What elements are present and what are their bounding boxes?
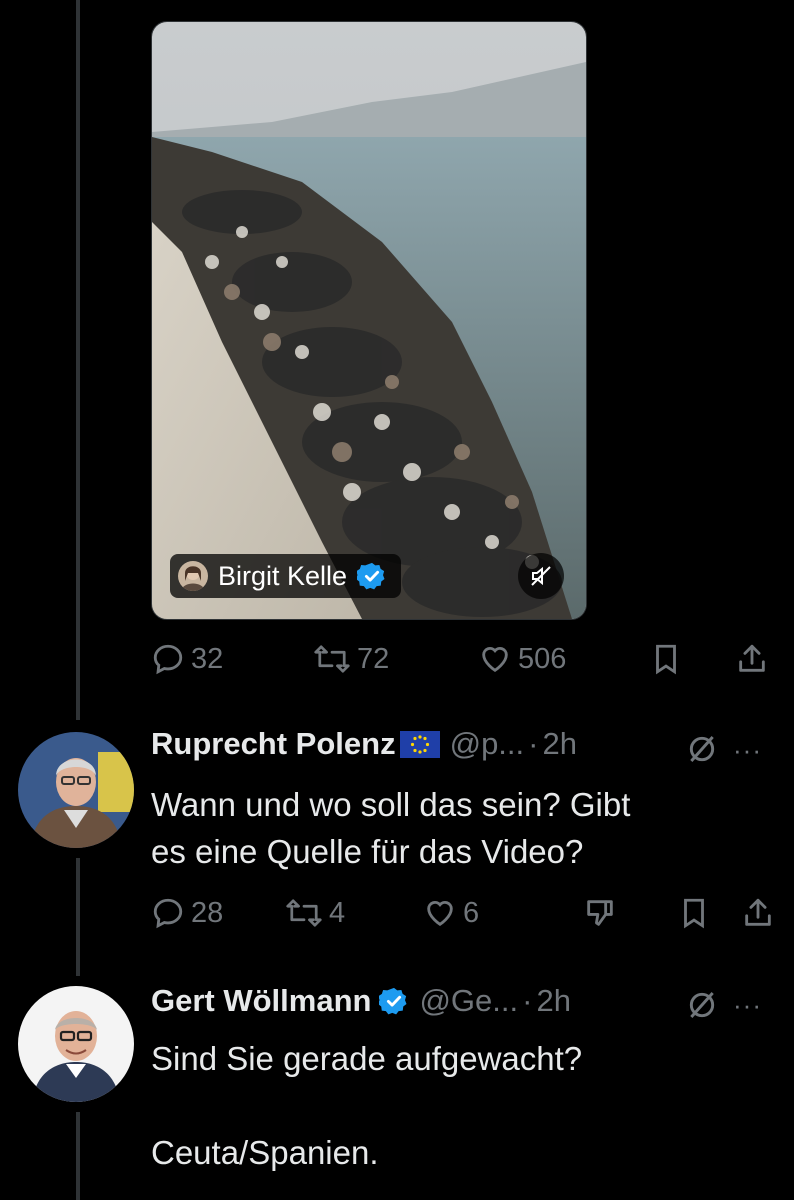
bookmark-icon (649, 642, 683, 676)
share-button[interactable] (741, 896, 775, 930)
eu-flag-icon (399, 730, 440, 758)
reply-button[interactable]: 32 (151, 642, 223, 676)
bookmark-icon (677, 896, 711, 930)
share-icon (735, 642, 769, 676)
like-icon (478, 642, 512, 676)
reply-author-name[interactable]: Gert Wöllmann (151, 983, 371, 1019)
reply-text: Sind Sie gerade aufgewacht? Ceuta/Spanie… (151, 1040, 583, 1171)
mute-icon (529, 564, 553, 588)
verified-badge-icon (357, 561, 387, 591)
thread-line-bottom (76, 1112, 80, 1200)
repost-icon (285, 896, 323, 930)
dislike-icon (583, 896, 617, 930)
thread-line-middle (76, 858, 80, 976)
like-count: 6 (463, 896, 480, 929)
thread-line-top (76, 0, 80, 720)
like-button[interactable]: 6 (423, 896, 479, 930)
reply-icon (151, 896, 185, 930)
repost-button[interactable]: 72 (313, 642, 389, 676)
author-avatar (178, 561, 208, 591)
like-count: 506 (518, 642, 567, 675)
reply-avatar-woellmann[interactable] (18, 986, 134, 1102)
reply-button[interactable]: 28 (151, 896, 223, 930)
reply-count: 28 (191, 896, 224, 929)
share-icon (741, 896, 775, 930)
more-icon[interactable]: ··· (733, 735, 762, 766)
repost-count: 72 (357, 642, 390, 675)
mute-button[interactable] (518, 553, 564, 599)
reply-icon (151, 642, 185, 676)
bookmark-button[interactable] (649, 642, 683, 676)
more-icon[interactable]: ··· (733, 990, 762, 1021)
like-icon (423, 896, 457, 930)
like-button[interactable]: 506 (478, 642, 566, 676)
reply-text: Wann und wo soll das sein? Gibt es eine … (151, 786, 631, 870)
tweet-video[interactable]: Birgit Kelle (151, 21, 587, 620)
reply-header: Gert Wöllmann @Ge... · 2h (151, 983, 571, 1019)
media-author-tag[interactable]: Birgit Kelle (170, 554, 402, 598)
reply-author-name[interactable]: Ruprecht Polenz (151, 726, 396, 762)
reply-author-handle[interactable]: @Ge... (419, 983, 518, 1019)
verified-badge-icon (379, 986, 409, 1016)
separator-dot: · (522, 983, 533, 1018)
media-author-name: Birgit Kelle (218, 560, 348, 591)
repost-button[interactable]: 4 (285, 896, 345, 930)
reply-author-handle[interactable]: @p... (450, 726, 525, 762)
reply-count: 32 (191, 642, 224, 675)
reply-header: Ruprecht Polenz @p... · 2h (151, 726, 577, 762)
reply-time[interactable]: 2h (536, 983, 570, 1019)
separator-dot: · (528, 726, 539, 761)
repost-count: 4 (329, 896, 346, 929)
reply-avatar-polenz[interactable] (18, 732, 134, 848)
dislike-button[interactable] (583, 896, 617, 930)
grok-icon[interactable] (686, 989, 718, 1026)
grok-icon[interactable] (686, 733, 718, 770)
reply-time[interactable]: 2h (542, 726, 576, 762)
repost-icon (313, 642, 351, 676)
video-frame (152, 22, 586, 619)
bookmark-button[interactable] (677, 896, 711, 930)
share-button[interactable] (735, 642, 769, 676)
